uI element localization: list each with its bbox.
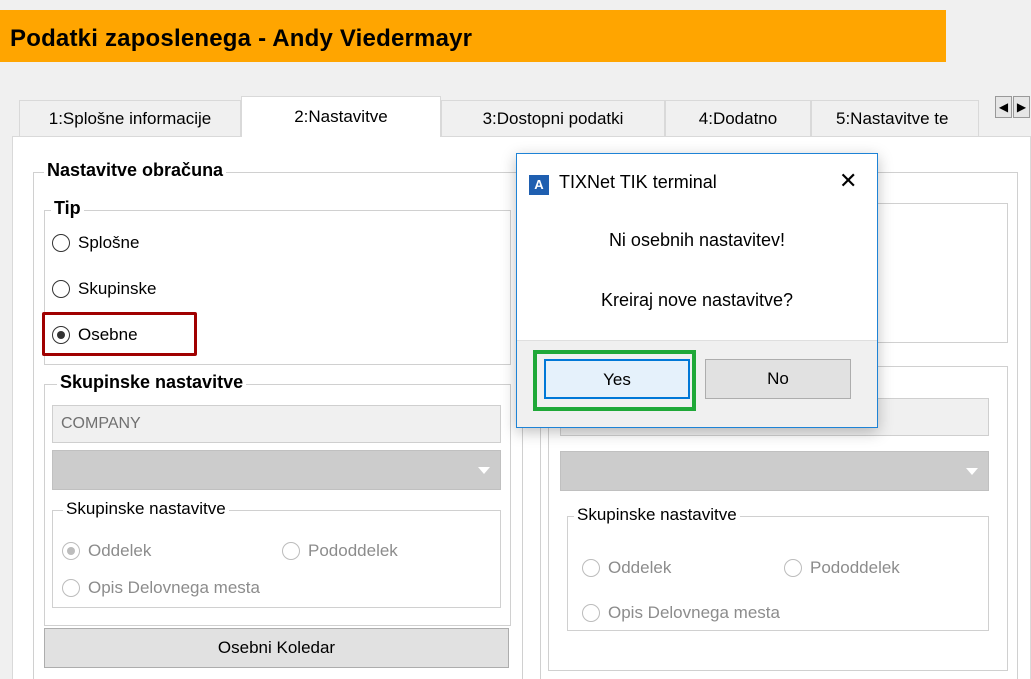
- tab-nastavitve-terminala[interactable]: 5:Nastavitve te: [811, 100, 979, 136]
- tab-dostopni-podatki[interactable]: 3:Dostopni podatki: [441, 100, 665, 136]
- radio-skupinske-label: Skupinske: [78, 279, 157, 298]
- tab-nastavitve[interactable]: 2:Nastavitve: [241, 96, 441, 137]
- radio-splosne[interactable]: Splošne: [52, 233, 139, 253]
- radio-opis-right[interactable]: Opis Delovnega mesta: [582, 603, 780, 623]
- tab-dodatno[interactable]: 4:Dodatno: [665, 100, 811, 136]
- window-title-bar: Podatki zaposlenega - Andy Viedermayr: [0, 10, 946, 62]
- chevron-down-icon: [478, 467, 490, 474]
- radio-splosne-circle[interactable]: [52, 234, 70, 252]
- pododdelek-right-label: Pododdelek: [810, 558, 900, 577]
- radio-opis-left[interactable]: Opis Delovnega mesta: [62, 578, 260, 598]
- yes-highlight-box: [533, 350, 696, 411]
- skupinske-nastavitve-title: Skupinske nastavitve: [57, 372, 247, 393]
- dialog-body: Ni osebnih nastavitev! Kreiraj nove nast…: [517, 212, 877, 340]
- radio-pododdelek-right-circle[interactable]: [784, 559, 802, 577]
- radio-pododdelek-left-circle[interactable]: [282, 542, 300, 560]
- tab-scroll-left-icon[interactable]: ◀: [995, 96, 1012, 118]
- dialog-separator: [517, 340, 877, 341]
- radio-skupinske-circle[interactable]: [52, 280, 70, 298]
- osebni-koledar-button[interactable]: Osebni Koledar: [44, 628, 509, 668]
- radio-oddelek-right-circle[interactable]: [582, 559, 600, 577]
- radio-splosne-label: Splošne: [78, 233, 140, 252]
- oddelek-left-label: Oddelek: [88, 541, 152, 560]
- skupinske-combo[interactable]: [52, 450, 501, 490]
- window-title: Podatki zaposlenega - Andy Viedermayr: [10, 25, 473, 52]
- nastavitve-obracuna-title: Nastavitve obračuna: [44, 160, 227, 181]
- osebne-highlight-box: [42, 312, 197, 356]
- skupinske-inner-title: Skupinske nastavitve: [63, 499, 229, 519]
- no-button[interactable]: No: [705, 359, 851, 399]
- dialog-title-bar: A TIXNet TIK terminal ✕: [517, 154, 877, 212]
- tab-scroll-right-icon[interactable]: ▶: [1013, 96, 1030, 118]
- radio-skupinske[interactable]: Skupinske: [52, 279, 156, 299]
- radio-oddelek-left[interactable]: Oddelek: [62, 541, 151, 561]
- pododdelek-left-label: Pododdelek: [308, 541, 398, 560]
- right-inner-title: Skupinske nastavitve: [574, 505, 740, 525]
- opis-right-label: Opis Delovnega mesta: [608, 603, 780, 622]
- app-icon: A: [529, 175, 549, 195]
- radio-oddelek-right[interactable]: Oddelek: [582, 558, 671, 578]
- radio-opis-right-circle[interactable]: [582, 604, 600, 622]
- dialog-title: TIXNet TIK terminal: [559, 172, 717, 192]
- chevron-down-icon: [966, 468, 978, 475]
- company-field[interactable]: COMPANY: [52, 405, 501, 443]
- opis-left-label: Opis Delovnega mesta: [88, 578, 260, 597]
- radio-pododdelek-right[interactable]: Pododdelek: [784, 558, 900, 578]
- radio-opis-left-circle[interactable]: [62, 579, 80, 597]
- tip-title: Tip: [51, 198, 84, 219]
- right-combo[interactable]: [560, 451, 989, 491]
- tab-splosne-informacije[interactable]: 1:Splošne informacije: [19, 100, 241, 136]
- radio-pododdelek-left[interactable]: Pododdelek: [282, 541, 398, 561]
- dialog-message-line2: Kreiraj nove nastavitve?: [600, 290, 794, 310]
- radio-oddelek-left-circle[interactable]: [62, 542, 80, 560]
- close-icon[interactable]: ✕: [839, 168, 857, 194]
- dialog-message-line1: Ni osebnih nastavitev!: [608, 230, 786, 250]
- oddelek-right-label: Oddelek: [608, 558, 672, 577]
- tab-strip: 1:Splošne informacije 2:Nastavitve 3:Dos…: [19, 96, 1031, 137]
